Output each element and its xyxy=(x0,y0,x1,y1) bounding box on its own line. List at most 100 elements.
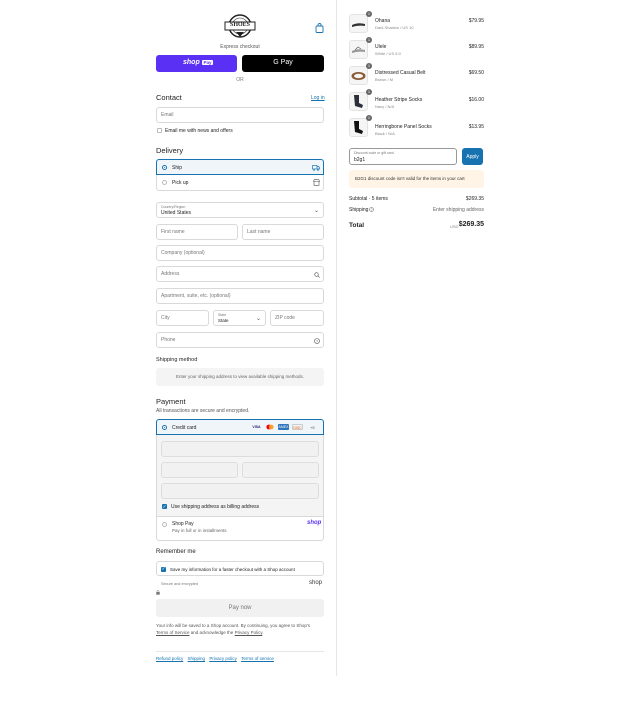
address-field[interactable]: Address xyxy=(156,266,324,282)
shipping-method-heading: Shipping method xyxy=(156,357,198,363)
pay-now-label: Pay now xyxy=(228,604,252,611)
terms-of-service-link[interactable]: Terms of service xyxy=(241,656,274,661)
item-price: $13.95 xyxy=(468,124,484,130)
billing-same-label: Use shipping address as billing address xyxy=(171,504,260,510)
item-variant: White / US 8.0 xyxy=(375,51,401,56)
ship-option[interactable]: Ship xyxy=(156,159,324,175)
footer-links: Refund policy Shipping Privacy policy Te… xyxy=(156,656,274,661)
remember-heading: Remember me xyxy=(156,549,196,555)
shop-pay-logo: shop xyxy=(183,59,200,66)
email-field[interactable]: Email xyxy=(156,107,324,123)
card-name-field[interactable] xyxy=(161,483,319,499)
last-name-field[interactable]: Last name xyxy=(242,224,324,240)
shop-pay-radio[interactable] xyxy=(162,522,167,527)
shop-pay-option-logo: shop xyxy=(307,520,322,526)
pickup-label: Pick up xyxy=(172,179,189,186)
item-name: Herringbone Panel Socks xyxy=(375,124,432,130)
news-label: Email me with news and offers xyxy=(165,128,233,134)
quantity-badge: 1 xyxy=(366,89,372,95)
shipping-value: Enter shipping address xyxy=(432,207,484,213)
logo-text: SHOES xyxy=(229,22,250,28)
contact-heading: Contact xyxy=(156,93,182,102)
item-name: Heather Stripe Socks xyxy=(375,97,423,103)
shop-pay-option[interactable]: Shop Pay Pay in full or in installments … xyxy=(156,517,324,541)
country-label: Country/Region xyxy=(161,205,186,209)
address-placeholder: Address xyxy=(161,271,180,277)
store-logo[interactable]: SHOES xyxy=(223,13,257,39)
item-variant: Black / N/A xyxy=(375,131,395,136)
search-icon xyxy=(314,272,320,278)
zip-placeholder: ZIP code xyxy=(275,315,295,321)
email-placeholder: Email xyxy=(161,112,174,118)
item-name: Ulele xyxy=(375,44,387,50)
subtotal-label: Subtotal · 5 items xyxy=(349,196,388,202)
shop-pay-button[interactable]: shop Pay xyxy=(156,55,237,72)
help-icon[interactable]: ? xyxy=(314,338,320,344)
credit-card-label: Credit card xyxy=(172,424,197,431)
item-name: Distressed Casual Belt xyxy=(375,70,426,76)
lock-icon xyxy=(156,582,160,600)
city-field[interactable]: City xyxy=(156,310,209,326)
terms-link[interactable]: Terms of Service xyxy=(156,630,190,635)
quantity-badge: 1 xyxy=(366,63,372,69)
item-price: $79.95 xyxy=(468,18,484,24)
total-value: $269.35 xyxy=(458,221,484,228)
chevron-down-icon: ⌄ xyxy=(256,315,262,322)
save-info-label: Save my information for a faster checkou… xyxy=(170,566,295,572)
billing-same-checkbox[interactable] xyxy=(162,504,167,510)
state-select[interactable]: State State ⌄ xyxy=(213,310,266,326)
pickup-radio[interactable] xyxy=(162,180,167,185)
item-variant: Brown / M xyxy=(375,77,394,82)
company-field[interactable]: Company (optional) xyxy=(156,245,324,261)
google-pay-logo: G Pay xyxy=(273,59,293,66)
legal-text-2: and acknowledge the xyxy=(190,630,234,635)
zip-field[interactable]: ZIP code xyxy=(270,310,324,326)
help-icon[interactable]: ? xyxy=(369,207,374,212)
discount-error-text: B2G1 discount code isn't valid for the i… xyxy=(355,176,465,181)
item-name: Ohana xyxy=(375,18,391,24)
footer-divider xyxy=(156,651,324,652)
news-checkbox[interactable] xyxy=(157,128,162,133)
company-placeholder: Company (optional) xyxy=(161,250,205,256)
pay-now-button[interactable]: Pay now xyxy=(156,599,324,617)
item-variant: Navy / N/A xyxy=(375,104,395,109)
shop-pay-badge: Pay xyxy=(202,59,214,65)
item-price: $69.50 xyxy=(468,70,484,76)
legal-text-1: Your info will be saved to a Shop accoun… xyxy=(156,623,311,628)
card-fields-panel: Use shipping address as billing address xyxy=(156,435,324,517)
ship-radio[interactable] xyxy=(162,165,167,170)
card-expiry-field[interactable] xyxy=(161,462,238,478)
country-select[interactable]: Country/Region United States ⌄ xyxy=(156,202,324,218)
shipping-method-box: Enter your shipping address to view avai… xyxy=(156,368,324,386)
apartment-field[interactable]: Apartment, suite, etc. (optional) xyxy=(156,288,324,304)
shopping-bag-icon xyxy=(315,23,324,33)
card-number-field[interactable] xyxy=(161,441,319,457)
privacy-policy-link[interactable]: Privacy policy xyxy=(209,656,237,661)
legal-period: . xyxy=(262,630,264,635)
order-summary: 1 Ohana Dark Shadow / US 10 $79.95 1 Ule… xyxy=(336,0,640,702)
remember-box: Save my information for a faster checkou… xyxy=(156,561,324,576)
product-image xyxy=(349,92,368,111)
subtotal-value: $269.35 xyxy=(465,196,484,202)
credit-card-radio[interactable] xyxy=(162,425,167,430)
shipping-policy-link[interactable]: Shipping xyxy=(188,656,206,661)
country-value: United States xyxy=(161,210,192,216)
card-cvv-field[interactable] xyxy=(242,462,319,478)
google-pay-button[interactable]: G Pay xyxy=(242,55,324,72)
cart-icon[interactable] xyxy=(315,20,324,33)
phone-field[interactable]: Phone ? xyxy=(156,332,324,348)
apply-button[interactable]: Apply xyxy=(462,148,483,165)
mastercard-icon xyxy=(265,424,275,430)
first-name-field[interactable]: First name xyxy=(156,224,238,240)
shipping-method-message: Enter your shipping address to view avai… xyxy=(175,374,305,379)
refund-policy-link[interactable]: Refund policy xyxy=(156,656,183,661)
city-placeholder: City xyxy=(161,315,170,321)
login-link[interactable]: Log in xyxy=(311,95,325,101)
privacy-link[interactable]: Privacy Policy xyxy=(235,630,263,635)
pickup-option[interactable]: Pick up xyxy=(156,175,324,191)
quantity-badge: 1 xyxy=(366,11,372,17)
credit-card-option[interactable]: Credit card VISA AMEX DISC +5 xyxy=(156,419,324,435)
discount-field[interactable]: Discount code or gift card b2g1 xyxy=(349,148,457,165)
more-cards-badge: +5 xyxy=(310,424,315,430)
save-info-checkbox[interactable] xyxy=(161,566,166,572)
